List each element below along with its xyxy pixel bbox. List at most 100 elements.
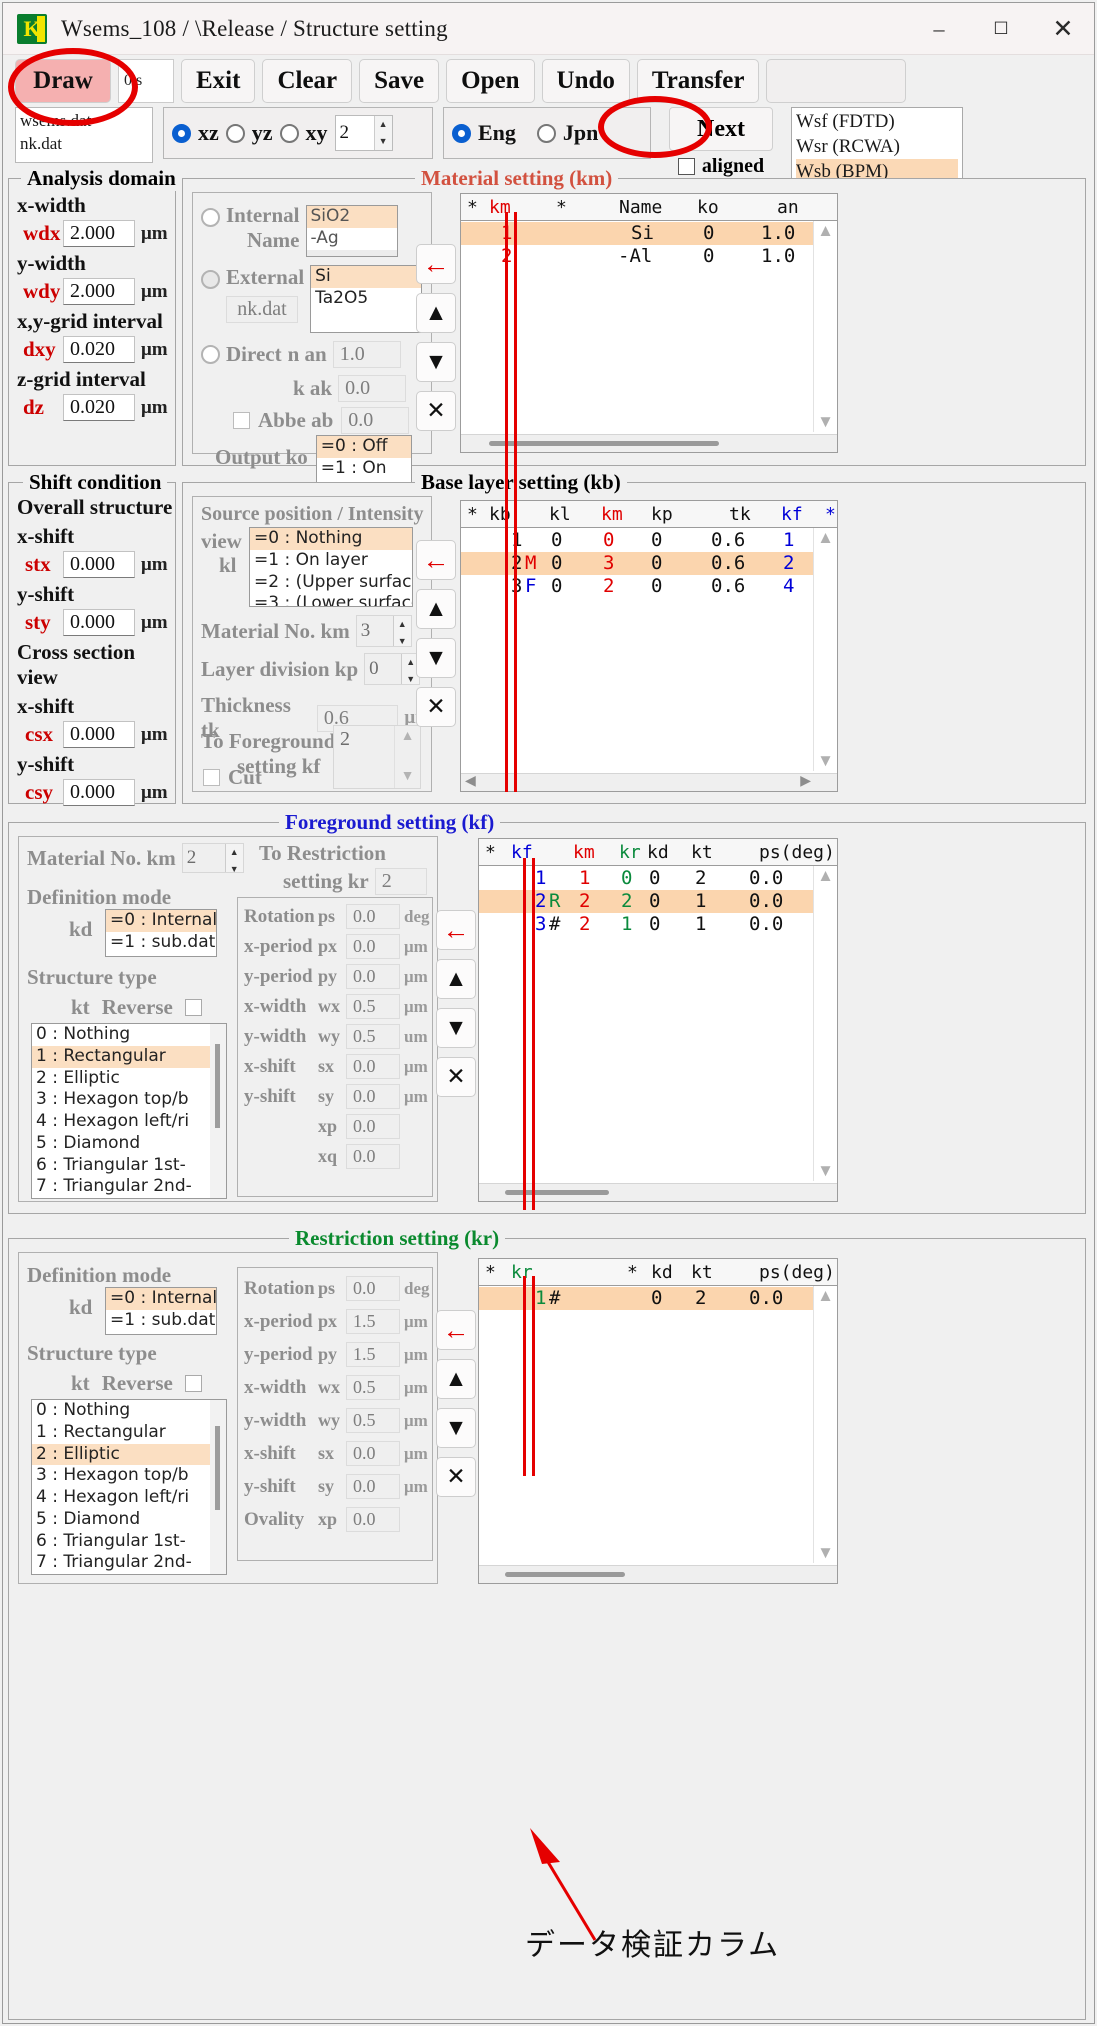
rs-sx-input[interactable]: 0.0	[346, 1441, 400, 1466]
rs-kt-item-0[interactable]: 0 : Nothing	[32, 1400, 226, 1422]
material-table-hscrollbar[interactable]	[461, 434, 837, 452]
fg-py-input[interactable]: 0.0	[346, 964, 400, 989]
dz-input[interactable]: 0.020	[63, 394, 135, 421]
base-table-vscrollbar[interactable]: ▲ ▼	[813, 528, 837, 771]
kl-item-3[interactable]: =3 : (Lower surface)	[250, 593, 412, 606]
material-table[interactable]: * km * Name ko an 1 Si 0 1.0 2 -Al 0 1.0…	[460, 193, 838, 453]
plane-number-arrows[interactable]: ▲ ▼	[373, 116, 392, 150]
rs-xp-input[interactable]: 0.0	[346, 1507, 400, 1532]
fg-move-up-icon[interactable]: ▲	[436, 959, 476, 999]
scroll-up-icon[interactable]: ▲	[817, 1286, 834, 1306]
csy-input[interactable]: 0.000	[63, 779, 135, 806]
fg-xp-input[interactable]: 0.0	[346, 1114, 400, 1139]
base-apply-left-icon[interactable]: ←	[416, 540, 456, 580]
layer-division-stepper[interactable]: 0 ▲ ▼	[364, 653, 421, 685]
plane-number-stepper[interactable]: 2 ▲ ▼	[334, 115, 393, 151]
clear-button[interactable]: Clear	[262, 59, 353, 103]
table-row[interactable]: 1 # 0 2 0.0	[479, 1287, 813, 1310]
fg-kd-item-1[interactable]: =1 : sub.dat	[106, 932, 216, 954]
rs-table-hscrollbar[interactable]	[479, 1565, 837, 1583]
table-row[interactable]: 1 1 0 0 2 0.0	[479, 867, 813, 890]
internal-item-0[interactable]: SiO2	[306, 206, 397, 228]
fg-kt-item-8[interactable]: 8 : Triangular 3rd-	[32, 1198, 226, 1199]
fg-kt-item-5[interactable]: 5 : Diamond	[32, 1133, 226, 1155]
fg-kt-item-7[interactable]: 7 : Triangular 2nd-	[32, 1176, 226, 1198]
data-file-list[interactable]: wsems.dat nk.dat	[15, 107, 153, 163]
rs-sy-input[interactable]: 0.0	[346, 1474, 400, 1499]
material-move-down-icon[interactable]: ▼	[416, 342, 456, 382]
fg-material-no-stepper[interactable]: 2 ▲ ▼	[181, 843, 244, 874]
solver-list[interactable]: Wsf (FDTD) Wsr (RCWA) Wsb (BPM)	[791, 107, 963, 187]
rs-kt-item-2[interactable]: 2 : Elliptic	[32, 1443, 226, 1466]
base-move-up-icon[interactable]: ▲	[416, 589, 456, 629]
kl-list[interactable]: =0 : Nothing =1 : On layer =2 : (Upper s…	[249, 527, 413, 607]
table-row[interactable]: 3 # 2 1 0 1 0.0	[479, 913, 813, 936]
draw-button[interactable]: Draw	[15, 59, 111, 103]
rs-move-down-icon[interactable]: ▼	[436, 1408, 476, 1448]
material-table-vscrollbar[interactable]: ▲ ▼	[813, 221, 837, 432]
fg-sx-input[interactable]: 0.0	[346, 1054, 400, 1079]
fg-reverse-checkbox[interactable]	[184, 999, 202, 1016]
radio-plane-xz[interactable]	[172, 123, 191, 143]
scroll-up-icon[interactable]: ▲	[817, 866, 834, 886]
fg-table-vscrollbar[interactable]: ▲ ▼	[813, 866, 837, 1181]
base-layer-table[interactable]: * kb kl km kp tk kf * 1 0 0 0 0.6 1 2 M …	[460, 500, 838, 792]
direct-ak-input[interactable]: 0.0	[338, 375, 407, 402]
table-row[interactable]: 2 R 2 2 0 1 0.0	[479, 890, 813, 913]
csx-input[interactable]: 0.000	[63, 721, 135, 748]
fg-up-icon[interactable]: ▲	[401, 729, 415, 745]
undo-button[interactable]: Undo	[541, 59, 630, 103]
fg-kt-item-6[interactable]: 6 : Triangular 1st-	[32, 1155, 226, 1177]
fg-wy-input[interactable]: 0.5	[346, 1024, 400, 1049]
kl-item-0[interactable]: =0 : Nothing	[250, 528, 412, 550]
abbe-checkbox[interactable]	[233, 412, 250, 429]
fg-restriction-input[interactable]: 2	[374, 868, 427, 895]
rs-kd-item-1[interactable]: =1 : sub.dat	[106, 1310, 216, 1332]
output-item-0[interactable]: =0 : Off	[316, 436, 411, 458]
minimize-icon[interactable]: –	[908, 3, 970, 55]
radio-lang-eng[interactable]	[452, 123, 471, 143]
table-row[interactable]: 2 -Al 0 1.0	[461, 245, 813, 268]
fg-kt-item-3[interactable]: 3 : Hexagon top/b	[32, 1089, 226, 1111]
rs-kt-item-4[interactable]: 4 : Hexagon left/ri	[32, 1487, 226, 1509]
scroll-up-icon[interactable]: ▲	[817, 528, 834, 548]
to-foreground-arrows[interactable]: ▲ ▼	[394, 726, 420, 788]
foreground-table[interactable]: * kf km kr kd kt ps(deg) 1 1 0 0 2 0.0 2…	[478, 838, 838, 1202]
abbe-input[interactable]: 0.0	[341, 407, 410, 434]
scroll-down-icon[interactable]: ▼	[817, 1161, 834, 1181]
rs-wx-input[interactable]: 0.5	[346, 1375, 400, 1400]
scroll-down-icon[interactable]: ▼	[817, 412, 834, 432]
rs-py-input[interactable]: 1.5	[346, 1342, 400, 1367]
external-material-list[interactable]: Si Ta2O5	[310, 265, 423, 333]
table-row[interactable]: 1 Si 0 1.0	[461, 222, 813, 245]
kl-item-2[interactable]: =2 : (Upper surface)	[250, 572, 412, 594]
hscroll-right-icon[interactable]: ▶	[800, 773, 811, 790]
fg-px-input[interactable]: 0.0	[346, 934, 400, 959]
fg-kt-item-2[interactable]: 2 : Elliptic	[32, 1068, 226, 1090]
rs-kt-item-6[interactable]: 6 : Triangular 1st-	[32, 1531, 226, 1553]
kl-item-1[interactable]: =1 : On layer	[250, 550, 412, 572]
fg-kt-item-0[interactable]: 0 : Nothing	[32, 1024, 226, 1046]
rs-delete-icon[interactable]: ✕	[436, 1457, 476, 1497]
radio-lang-jpn[interactable]	[536, 123, 556, 143]
fg-delete-icon[interactable]: ✕	[436, 1057, 476, 1097]
scroll-up-icon[interactable]: ▲	[817, 221, 834, 241]
output-ko-list[interactable]: =0 : Off =1 : On	[315, 435, 412, 483]
hscroll-left-icon[interactable]: ◀	[465, 773, 476, 790]
radio-plane-yz[interactable]	[225, 123, 245, 143]
rs-reverse-checkbox[interactable]	[184, 1375, 202, 1392]
radio-plane-xy[interactable]	[279, 123, 299, 143]
restriction-table[interactable]: * kr * kd kt ps(deg) 1 # 0 2 0.0 ▲ ▼	[478, 1258, 838, 1584]
fg-kd-list[interactable]: =0 : Internal =1 : sub.dat	[105, 909, 217, 957]
fg-material-no-arrows[interactable]: ▲ ▼	[224, 844, 243, 874]
external-item-0[interactable]: Si	[311, 266, 422, 288]
fg-apply-left-icon[interactable]: ←	[436, 910, 476, 950]
rs-kt-scroll-thumb[interactable]	[215, 1426, 220, 1510]
maximize-icon[interactable]: ☐	[970, 3, 1032, 55]
aligned-checkbox[interactable]	[677, 158, 695, 175]
rs-kd-item-0[interactable]: =0 : Internal	[106, 1288, 216, 1310]
stx-input[interactable]: 0.000	[63, 551, 135, 578]
radio-internal[interactable]	[201, 208, 220, 227]
exit-button[interactable]: Exit	[181, 59, 256, 103]
internal-material-list[interactable]: SiO2 -Ag	[305, 205, 398, 257]
